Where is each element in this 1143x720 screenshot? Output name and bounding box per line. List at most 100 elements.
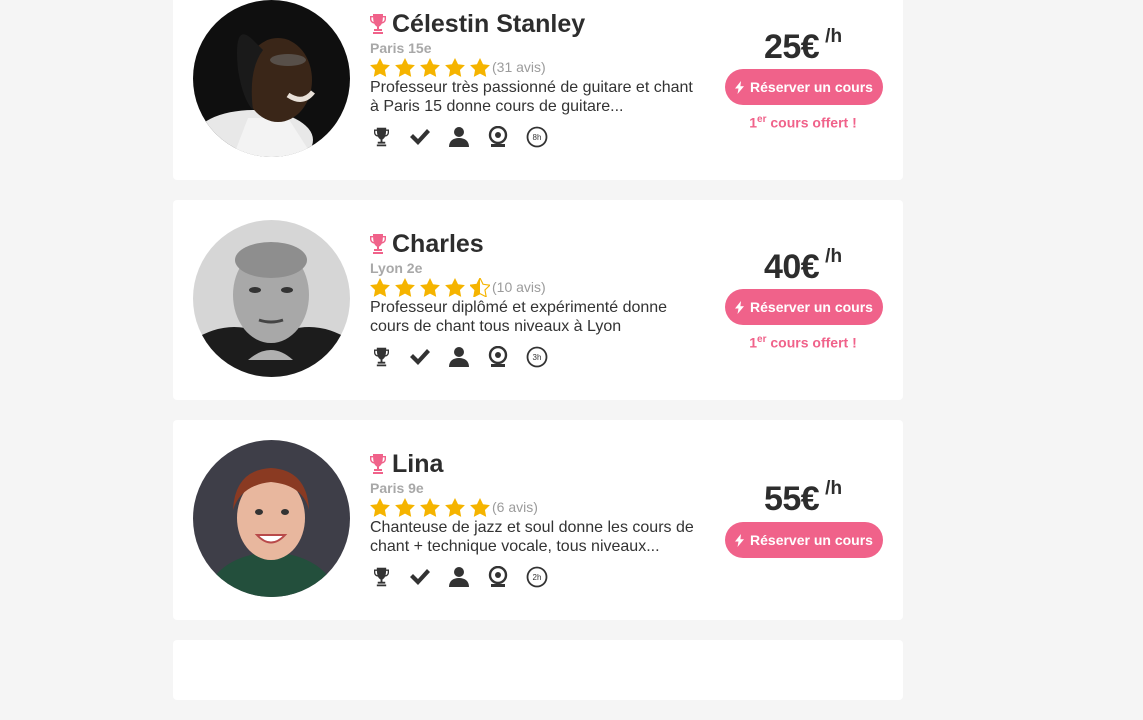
trophy-icon xyxy=(370,126,392,148)
trophy-icon xyxy=(370,566,392,588)
bolt-icon xyxy=(735,533,745,547)
price-amount: 55€ xyxy=(763,480,820,518)
teacher-card[interactable]: Célestin Stanley Paris 15e (31 avis) Pro… xyxy=(173,0,903,180)
teacher-name[interactable]: Charles xyxy=(392,230,484,258)
book-lesson-button[interactable]: Réserver un cours xyxy=(725,289,883,325)
star-icon xyxy=(470,498,490,517)
bolt-icon xyxy=(735,300,745,314)
book-lesson-label: Réserver un cours xyxy=(750,79,873,95)
clock-hours-text: 8h xyxy=(533,133,542,142)
webcam-icon xyxy=(487,566,509,588)
star-icon xyxy=(445,278,465,297)
teacher-name[interactable]: Lina xyxy=(392,450,443,478)
webcam-icon xyxy=(487,126,509,148)
star-icon xyxy=(420,498,440,517)
star-half-icon xyxy=(470,277,490,297)
badges: 3h xyxy=(370,346,565,368)
pricing: 25€/h Réserver un cours 1er cours offert… xyxy=(718,0,888,180)
bolt-icon xyxy=(735,80,745,94)
name-row: Lina xyxy=(370,450,710,478)
teacher-info: Lina Paris 9e (6 avis) Chanteuse de jazz… xyxy=(370,450,710,556)
teacher-city: Lyon 2e xyxy=(370,260,423,276)
review-count[interactable]: (6 avis) xyxy=(492,499,538,515)
price-unit: /h xyxy=(825,478,843,499)
offer-sup: er xyxy=(757,114,767,125)
description-line: Chanteuse de jazz et soul donne les cour… xyxy=(370,519,694,536)
price-amount: 40€ xyxy=(763,248,820,286)
teacher-list: Célestin Stanley Paris 15e (31 avis) Pro… xyxy=(173,0,903,720)
star-icon xyxy=(445,58,465,77)
avatar[interactable] xyxy=(193,220,350,377)
review-count[interactable]: (31 avis) xyxy=(492,59,546,75)
clock-hours-text: 3h xyxy=(533,353,542,362)
teacher-description: Professeur très passionné de guitare et … xyxy=(370,78,705,116)
clock-hours-icon: 8h xyxy=(526,126,548,148)
badges: 8h xyxy=(370,126,565,148)
teacher-info: Célestin Stanley Paris 15e (31 avis) Pro… xyxy=(370,10,710,116)
clock-hours-icon: 2h xyxy=(526,566,548,588)
trophy-icon xyxy=(370,14,386,34)
teacher-card[interactable]: Charles Lyon 2e (10 avis) Professeur dip… xyxy=(173,200,903,400)
star-icon xyxy=(370,58,390,77)
user-icon xyxy=(448,346,470,368)
trophy-icon xyxy=(370,454,386,474)
offer-prefix: 1 xyxy=(749,334,758,351)
price-amount: 25€ xyxy=(763,28,820,66)
rating: (31 avis) xyxy=(370,57,710,77)
star-icon xyxy=(370,498,390,517)
price-unit: /h xyxy=(825,246,843,267)
description-line: Professeur diplômé et expérimenté donne xyxy=(370,299,668,316)
description-line: Professeur très passionné de guitare et … xyxy=(370,79,693,96)
name-row: Célestin Stanley xyxy=(370,10,710,38)
teacher-card[interactable]: Lina Paris 9e (6 avis) Chanteuse de jazz… xyxy=(173,420,903,620)
pricing: 40€/h Réserver un cours 1er cours offert… xyxy=(718,200,888,400)
price: 55€/h xyxy=(718,478,888,519)
trophy-icon xyxy=(370,346,392,368)
first-lesson-offer: 1er cours offert ! xyxy=(718,114,888,131)
teacher-card[interactable] xyxy=(173,640,903,700)
star-icon xyxy=(395,498,415,517)
book-lesson-button[interactable]: Réserver un cours xyxy=(725,522,883,558)
rating: (6 avis) xyxy=(370,497,710,517)
user-icon xyxy=(448,566,470,588)
book-lesson-button[interactable]: Réserver un cours xyxy=(725,69,883,105)
price-unit: /h xyxy=(825,26,843,47)
clock-hours-text: 2h xyxy=(533,573,542,582)
teacher-name[interactable]: Célestin Stanley xyxy=(392,10,585,38)
check-icon xyxy=(409,346,431,368)
badges: 2h xyxy=(370,566,565,588)
star-icon xyxy=(470,58,490,77)
review-count[interactable]: (10 avis) xyxy=(492,279,546,295)
pricing: 55€/h Réserver un cours xyxy=(718,420,888,620)
price: 25€/h xyxy=(718,26,888,67)
teacher-description: Professeur diplômé et expérimenté donne … xyxy=(370,298,705,336)
offer-prefix: 1 xyxy=(749,114,758,131)
check-icon xyxy=(409,566,431,588)
first-lesson-offer: 1er cours offert ! xyxy=(718,334,888,351)
star-icon xyxy=(370,278,390,297)
teacher-description: Chanteuse de jazz et soul donne les cour… xyxy=(370,518,705,556)
star-icon xyxy=(445,498,465,517)
teacher-city: Paris 15e xyxy=(370,40,432,56)
description-line: chant + technique vocale, tous niveaux..… xyxy=(370,538,660,555)
avatar[interactable] xyxy=(193,440,350,597)
book-lesson-label: Réserver un cours xyxy=(750,299,873,315)
teacher-info: Charles Lyon 2e (10 avis) Professeur dip… xyxy=(370,230,710,336)
price: 40€/h xyxy=(718,246,888,287)
offer-sup: er xyxy=(757,334,767,345)
clock-hours-icon: 3h xyxy=(526,346,548,368)
rating: (10 avis) xyxy=(370,277,710,297)
offer-text: cours offert ! xyxy=(766,114,857,131)
star-icon xyxy=(395,58,415,77)
trophy-icon xyxy=(370,234,386,254)
star-icon xyxy=(395,278,415,297)
book-lesson-label: Réserver un cours xyxy=(750,532,873,548)
description-line: à Paris 15 donne cours de guitare... xyxy=(370,98,624,115)
avatar[interactable] xyxy=(193,0,350,157)
description-line: cours de chant tous niveaux à Lyon xyxy=(370,318,622,335)
check-icon xyxy=(409,126,431,148)
webcam-icon xyxy=(487,346,509,368)
offer-text: cours offert ! xyxy=(766,334,857,351)
star-icon xyxy=(420,278,440,297)
teacher-city: Paris 9e xyxy=(370,480,424,496)
